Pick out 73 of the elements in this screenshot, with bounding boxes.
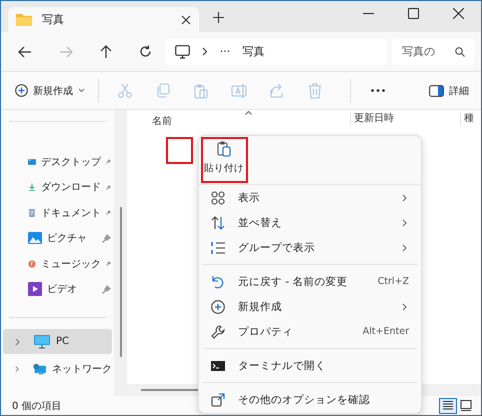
video-folder-icon bbox=[28, 282, 42, 296]
tile-icon bbox=[460, 400, 472, 411]
new-tab-icon[interactable] bbox=[213, 12, 224, 23]
chevron-right-icon bbox=[202, 47, 208, 56]
pin-icon[interactable] bbox=[106, 259, 111, 268]
sidebar-item[interactable]: ピクチャ bbox=[1, 226, 114, 251]
sort-caret-icon bbox=[245, 111, 252, 115]
close-icon[interactable] bbox=[453, 8, 464, 19]
address-bar[interactable]: ··· 写真 bbox=[164, 38, 386, 64]
pin-icon[interactable] bbox=[106, 182, 111, 192]
sidebar-item[interactable]: ダウンロード bbox=[1, 174, 114, 200]
pin-icon[interactable] bbox=[102, 234, 111, 243]
group-icon bbox=[211, 240, 225, 254]
menu-item[interactable]: プロパティ Alt+Enter bbox=[199, 319, 421, 344]
list-lines-icon bbox=[442, 400, 454, 411]
sort-icon bbox=[211, 216, 225, 230]
wrench-icon bbox=[211, 324, 225, 338]
up-arrow-icon[interactable] bbox=[100, 44, 112, 58]
menu-item[interactable]: 並べ替え bbox=[199, 210, 421, 235]
menu-item[interactable]: その他のオプションを確認 bbox=[199, 387, 421, 412]
menu-item[interactable]: ターミナルで開く bbox=[199, 353, 421, 378]
refresh-icon[interactable] bbox=[138, 45, 152, 58]
menu-item[interactable]: グループで表示 bbox=[199, 235, 421, 260]
column-header[interactable]: 種 bbox=[460, 112, 474, 126]
monitor-icon bbox=[34, 334, 50, 348]
more-icon[interactable] bbox=[371, 89, 385, 92]
breadcrumb-overflow[interactable]: ··· bbox=[220, 45, 230, 58]
new-button[interactable]: 新規作成 bbox=[15, 84, 85, 98]
chevron-right-icon[interactable] bbox=[15, 338, 20, 346]
monitor-icon bbox=[174, 44, 190, 58]
details-view-button[interactable] bbox=[439, 398, 457, 414]
menu-item[interactable]: 表示 bbox=[199, 185, 421, 210]
back-arrow-icon[interactable] bbox=[18, 46, 32, 58]
picture-folder-icon bbox=[28, 231, 42, 246]
folder-tab[interactable]: 写真 bbox=[8, 7, 199, 32]
network-monitor-icon bbox=[33, 362, 46, 376]
shortcut-text: Alt+Enter bbox=[362, 326, 409, 337]
sidebar-item[interactable]: ビデオ bbox=[1, 276, 114, 302]
pin-icon[interactable] bbox=[106, 208, 111, 218]
column-header[interactable]: 更新日時 bbox=[350, 112, 394, 126]
sidebar-item[interactable]: デスクトップ bbox=[1, 149, 114, 174]
menu-item[interactable]: 新規作成 bbox=[199, 294, 421, 319]
search-icon bbox=[454, 46, 465, 56]
item-count: 0 個の項目 bbox=[12, 400, 62, 412]
sidebar-item[interactable]: ネットワーク bbox=[3, 356, 112, 381]
tab-title: 写真 bbox=[42, 12, 65, 27]
column-header[interactable]: 名前 bbox=[152, 114, 172, 128]
pin-icon[interactable] bbox=[106, 157, 111, 166]
pin-icon[interactable] bbox=[102, 284, 111, 294]
undo-icon bbox=[211, 274, 225, 288]
terminal-icon bbox=[211, 358, 225, 372]
breadcrumb-item[interactable]: 写真 bbox=[242, 44, 264, 59]
sidebar-item[interactable]: ミュージック bbox=[1, 251, 114, 276]
more-icon bbox=[211, 392, 225, 406]
caret-icon bbox=[78, 88, 85, 93]
close-tab-icon[interactable] bbox=[181, 14, 191, 24]
search-field[interactable]: 写真の bbox=[392, 38, 474, 64]
chevron-right-icon[interactable] bbox=[15, 364, 20, 372]
plus-circle-icon bbox=[15, 84, 28, 97]
grid-icon bbox=[211, 190, 225, 204]
plus-icon bbox=[211, 300, 225, 314]
sidebar-item[interactable]: PC bbox=[3, 329, 112, 354]
paste-button[interactable]: 貼り付け bbox=[204, 141, 244, 175]
shortcut-text: Ctrl+Z bbox=[378, 276, 409, 287]
highlight-frame bbox=[201, 137, 248, 183]
details-pane-icon bbox=[429, 84, 444, 96]
sidebar-item[interactable]: ドキュメント bbox=[1, 200, 114, 226]
maximize-icon[interactable] bbox=[408, 8, 419, 19]
menu-item[interactable]: 元に戻す - 名前の変更 Ctrl+Z bbox=[199, 269, 421, 294]
folder-icon bbox=[16, 13, 32, 26]
paste-icon bbox=[217, 141, 231, 157]
details-button[interactable]: 詳細 bbox=[429, 84, 473, 98]
highlight-frame bbox=[166, 137, 193, 164]
